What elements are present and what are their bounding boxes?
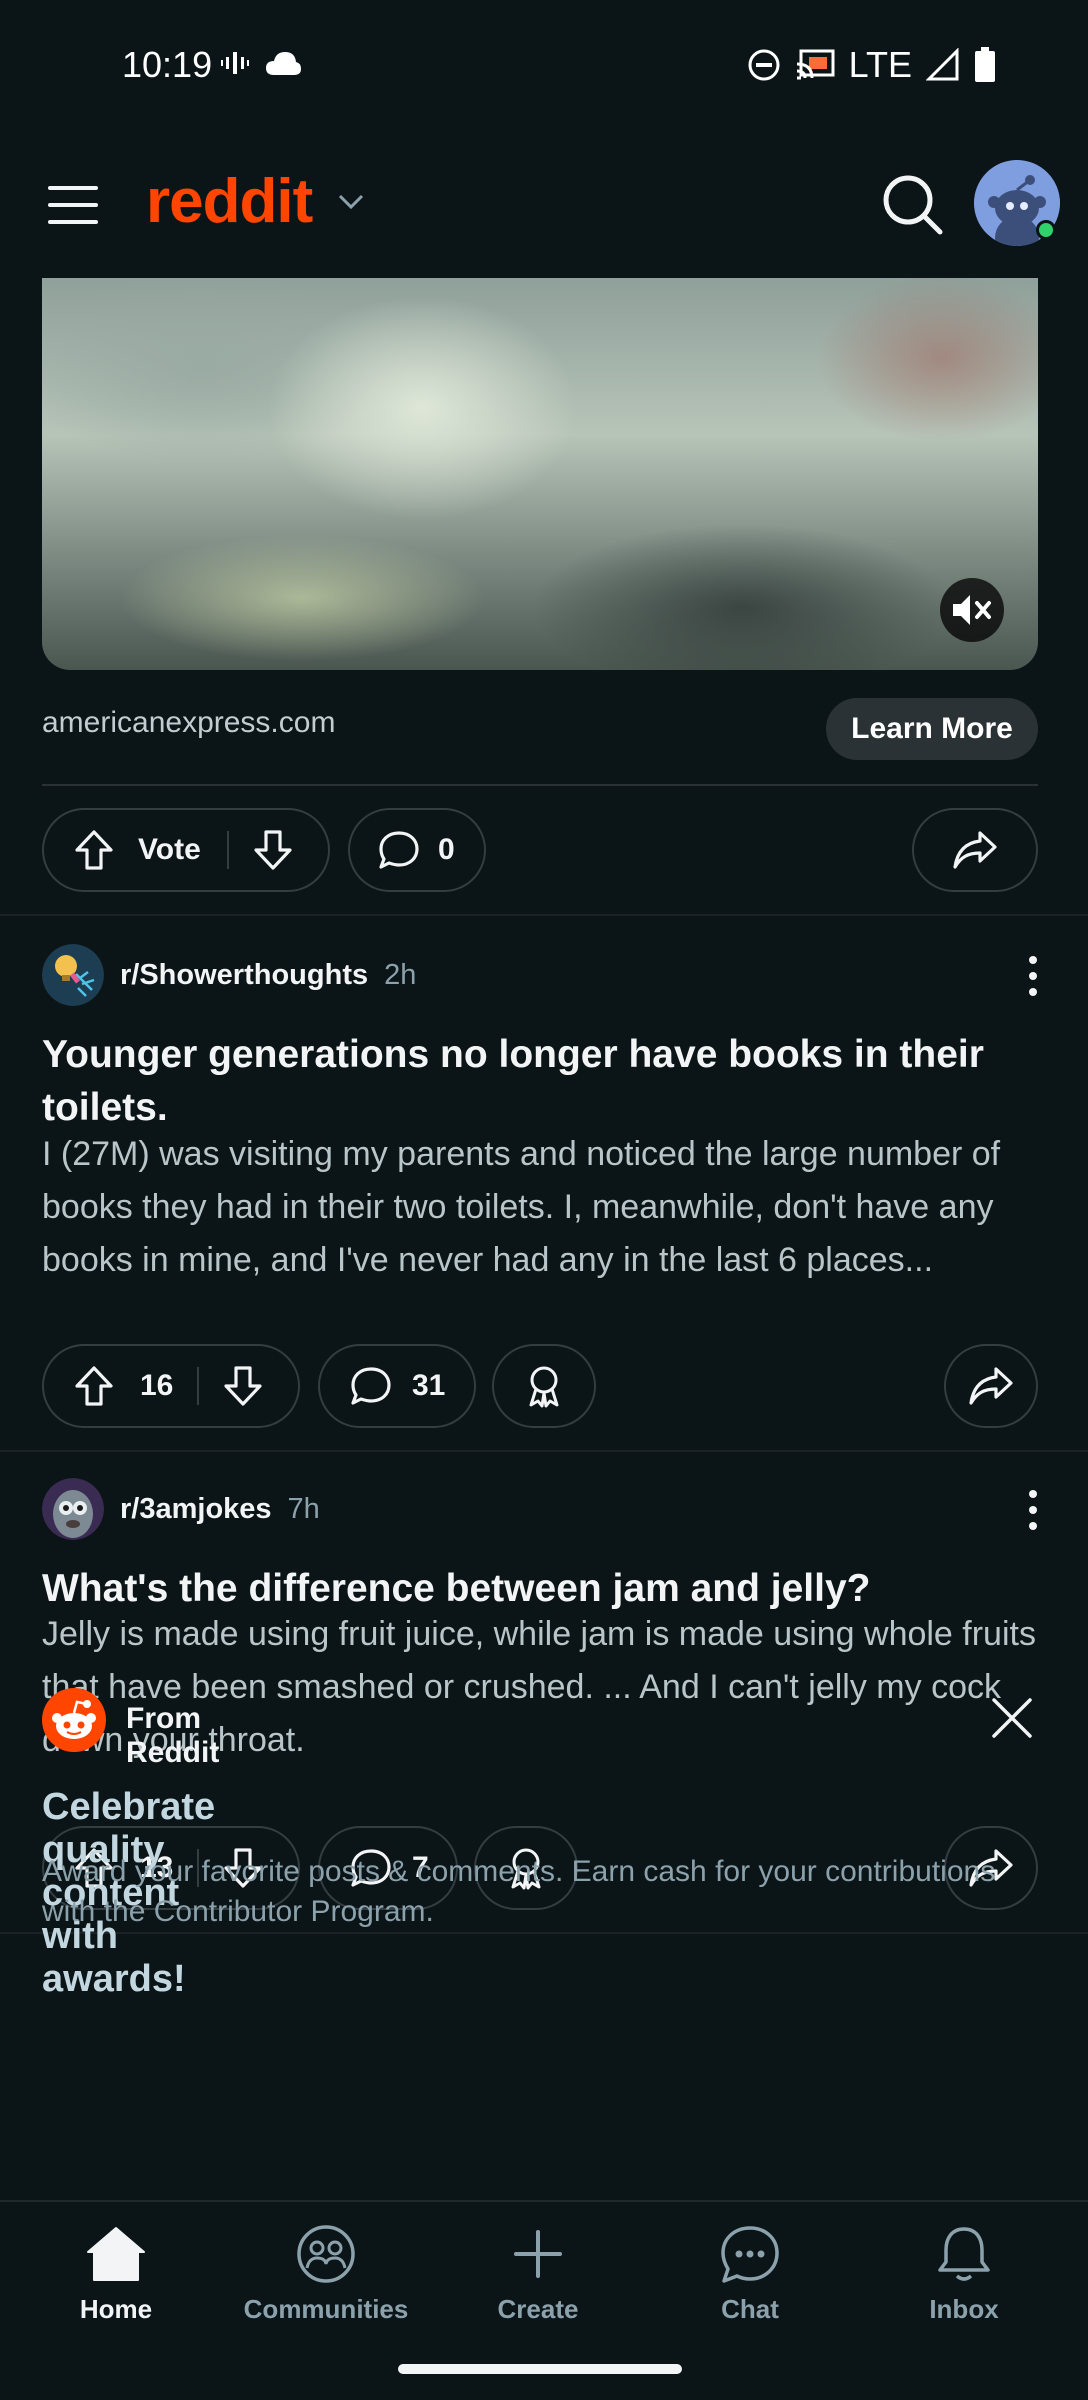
status-left-icons [220,48,302,78]
promo-body[interactable]: Award your favorite posts & comments. Ea… [42,1852,1052,1932]
dnd-icon [748,49,780,81]
post-body[interactable]: I (27M) was visiting my parents and noti… [42,1128,1052,1287]
nav-chat[interactable]: Chat [660,2224,840,2325]
share-button[interactable] [944,1344,1038,1428]
nav-label: Chat [721,2294,779,2324]
close-icon[interactable] [990,1696,1034,1740]
downvote-icon[interactable] [253,829,293,871]
vote-control: 16 [42,1344,300,1428]
award-button[interactable] [492,1344,596,1428]
divider [0,914,1088,916]
search-icon[interactable] [880,172,944,236]
communities-icon [297,2225,355,2283]
cast-icon [796,49,835,80]
nav-inbox[interactable]: Inbox [874,2224,1054,2325]
nav-label: Create [497,2294,579,2324]
comment-icon [378,830,420,870]
ad-domain[interactable]: americanexpress.com [42,706,335,740]
subreddit-avatar[interactable] [42,944,104,1006]
battery-icon [975,47,995,82]
post-header: r/3amjokes 7h [42,1478,320,1540]
reddit-logo[interactable]: reddit [146,166,313,237]
comment-count: 0 [438,833,455,866]
online-status-dot [1036,220,1056,240]
vote-count: 16 [140,1369,174,1402]
downvote-icon[interactable] [223,1365,263,1407]
comments-button[interactable]: 31 [318,1344,476,1428]
mute-icon[interactable] [940,578,1004,642]
more-options-icon[interactable] [1018,946,1048,1006]
nav-home[interactable]: Home [26,2224,206,2325]
comment-count: 31 [412,1369,446,1402]
vibrate-icon [221,52,249,74]
share-icon [969,1367,1013,1405]
comments-button[interactable]: 0 [348,808,486,892]
subreddit-name[interactable]: r/3amjokes [120,1493,272,1526]
share-icon [953,831,997,869]
status-bar: 10:19 LTE [0,0,1088,136]
post-title[interactable]: Younger generations no longer have books… [42,1028,1042,1134]
feed: americanexpress.com Learn More Vote 0 r/… [0,278,1088,2200]
nav-create[interactable]: Create [448,2224,628,2325]
vote-label: Vote [138,833,201,866]
nav-label: Communities [243,2294,409,2324]
award-icon [529,1366,559,1408]
signal-icon [926,48,959,81]
divider [42,784,1038,786]
ad-video[interactable] [42,278,1038,670]
post-time: 7h [287,1492,320,1525]
subreddit-name[interactable]: r/Showerthoughts [120,959,368,992]
status-right-icons: LTE [747,44,996,86]
chat-icon [721,2226,779,2283]
vote-control: Vote [42,808,330,892]
more-options-icon[interactable] [1018,1480,1048,1540]
nav-label: Inbox [929,2294,999,2324]
nav-communities[interactable]: Communities [236,2224,416,2325]
app-header: reddit [0,136,1088,278]
chevron-down-icon[interactable] [336,192,366,212]
promo-label: From Reddit [126,1702,220,1769]
reddit-snoo-icon [42,1688,106,1752]
upvote-icon[interactable] [74,1365,114,1407]
learn-more-button[interactable]: Learn More [826,698,1038,760]
subreddit-avatar[interactable] [42,1478,104,1540]
cloud-icon [266,52,301,75]
comment-icon [350,1366,392,1406]
divider [0,1450,1088,1452]
post-header: r/Showerthoughts 2h [42,944,416,1006]
bell-icon [938,2227,990,2281]
plus-icon [514,2230,562,2278]
post-time: 2h [384,958,417,991]
upvote-icon[interactable] [74,829,114,871]
status-time: 10:19 [122,44,213,85]
network-type: LTE [848,44,912,85]
menu-icon[interactable] [48,186,98,226]
nav-label: Home [79,2294,153,2324]
share-button[interactable] [912,808,1038,892]
home-indicator[interactable] [398,2364,682,2374]
home-icon [87,2227,145,2281]
